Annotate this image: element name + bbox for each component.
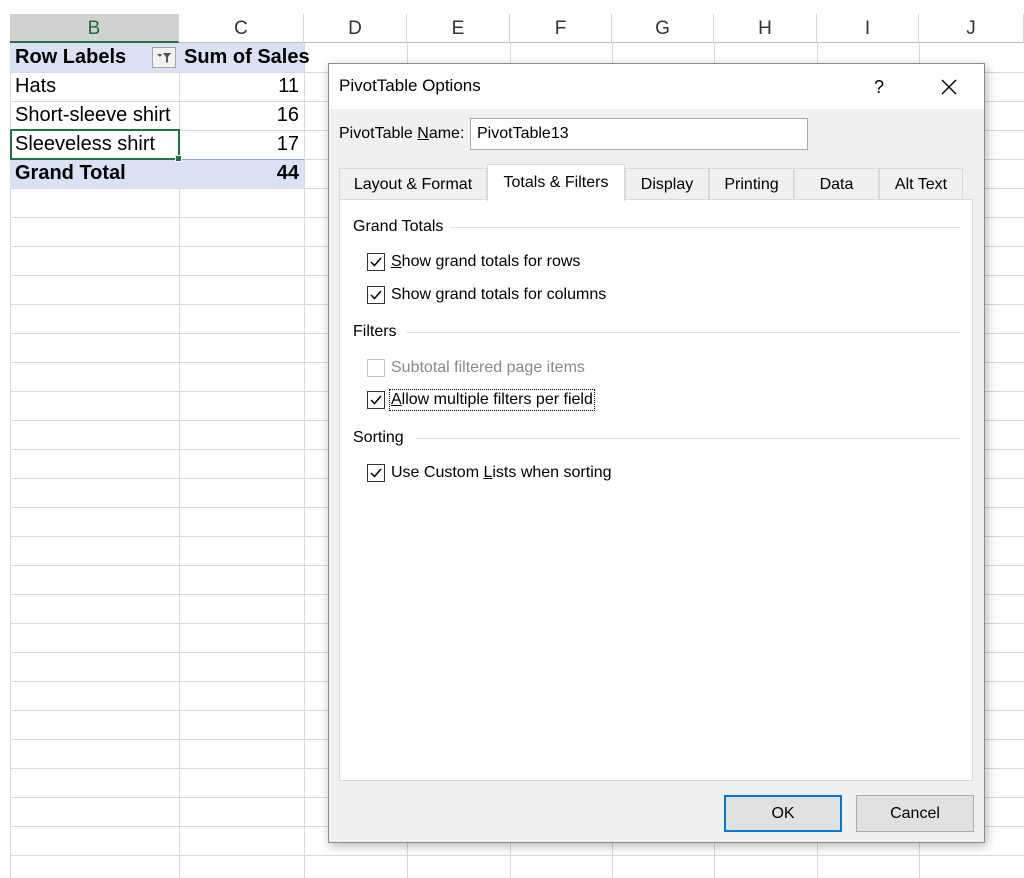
subtotal-filtered-page-items-checkbox [367,359,385,377]
column-header-g[interactable]: G [612,14,714,43]
show-grand-totals-columns-label: Show grand totals for columns [391,286,607,303]
column-header-i[interactable]: I [817,14,919,43]
filters-group-label: Filters [353,323,397,340]
gridline-horizontal [10,855,1024,856]
tab-layout-format[interactable]: Layout & Format [339,168,487,200]
close-button[interactable] [932,71,966,103]
help-button[interactable]: ? [864,72,894,102]
allow-multiple-filters-option[interactable]: Allow multiple filters per field [367,388,595,412]
pivot-row-label[interactable]: Hats [10,72,61,101]
pivot-grand-total-value[interactable]: 44 [179,159,304,188]
group-divider [416,438,960,439]
use-custom-lists-checkbox[interactable] [367,464,385,482]
checkmark-icon [370,257,382,267]
pivot-row-value[interactable]: 17 [179,130,304,159]
sorting-group-label: Sorting [353,429,404,446]
show-grand-totals-columns-option[interactable]: Show grand totals for columns [367,283,606,307]
pivottable-options-dialog: PivotTable Options ? PivotTable Name: La… [328,63,985,843]
use-custom-lists-option[interactable]: Use Custom Lists when sorting [367,461,612,485]
gridline-vertical [304,43,305,878]
show-grand-totals-rows-label: Show grand totals for rows [391,253,581,270]
pivottable-name-label: PivotTable Name: [339,125,465,142]
checkmark-icon [370,290,382,300]
grand-totals-group-label: Grand Totals [353,218,444,235]
subtotal-filtered-page-items-option: Subtotal filtered page items [367,356,585,380]
allow-multiple-filters-checkbox[interactable] [367,391,385,409]
pivot-grand-total-label[interactable]: Grand Total [10,159,131,188]
column-header-f[interactable]: F [510,14,612,43]
tab-data[interactable]: Data [794,168,879,200]
column-header-b[interactable]: B [10,14,179,43]
tab-alt-text[interactable]: Alt Text [879,168,963,200]
tab-totals-filters[interactable]: Totals & Filters [487,164,625,201]
active-cell-selection [10,129,180,160]
subtotal-filtered-page-items-label: Subtotal filtered page items [391,359,585,376]
column-header-d[interactable]: D [304,14,407,43]
totals-filters-panel: Grand Totals Show grand totals for rows … [339,199,973,781]
ok-button[interactable]: OK [724,795,842,832]
cancel-button[interactable]: Cancel [856,795,974,832]
show-grand-totals-rows-checkbox[interactable] [367,253,385,271]
dialog-titlebar[interactable]: PivotTable Options ? [329,64,984,109]
pivot-row-value[interactable]: 11 [179,72,304,101]
checkmark-icon [370,395,382,405]
pivot-row-label[interactable]: Short-sleeve shirt [10,101,176,130]
pivot-row-labels-header[interactable]: Row Labels [10,43,131,72]
pivot-row-value[interactable]: 16 [179,101,304,130]
group-divider [450,227,960,228]
checkmark-icon [370,468,382,478]
close-icon [941,79,957,95]
tab-display[interactable]: Display [625,168,709,200]
allow-multiple-filters-label: Allow multiple filters per field [389,389,595,411]
dialog-title: PivotTable Options [339,76,481,95]
column-header-j[interactable]: J [919,14,1024,43]
filter-dropdown-icon[interactable] [152,47,176,68]
column-header-e[interactable]: E [407,14,510,43]
tab-printing[interactable]: Printing [709,168,794,200]
pivot-sum-of-sales-header[interactable]: Sum of Sales [179,43,310,72]
show-grand-totals-rows-option[interactable]: Show grand totals for rows [367,250,580,274]
use-custom-lists-label: Use Custom Lists when sorting [391,464,612,481]
column-header-h[interactable]: H [714,14,817,43]
show-grand-totals-columns-checkbox[interactable] [367,286,385,304]
fill-handle[interactable] [175,155,182,162]
column-header-c[interactable]: C [179,14,304,43]
filter-icon [157,52,171,63]
pivottable-name-input[interactable] [470,118,808,150]
group-divider [406,332,960,333]
